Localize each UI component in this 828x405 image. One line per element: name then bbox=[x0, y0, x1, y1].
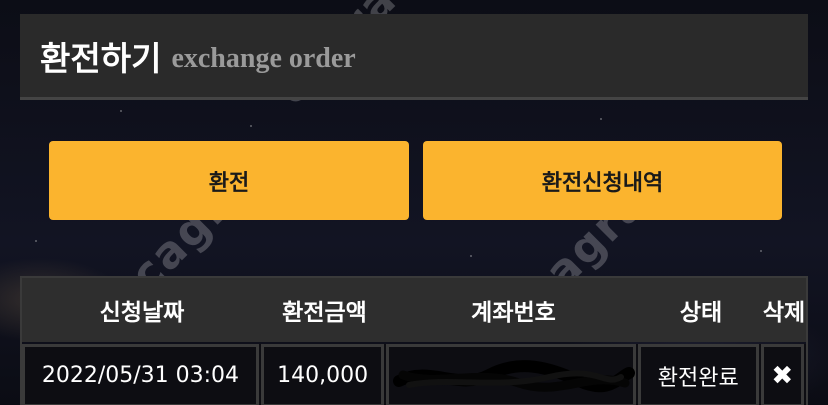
cell-status: 환전완료 bbox=[638, 344, 759, 405]
page-title: 환전하기 bbox=[40, 38, 162, 78]
column-header-status: 상태 bbox=[679, 300, 723, 326]
column-header-account: 계좌번호 bbox=[471, 300, 556, 326]
cell-account bbox=[386, 344, 637, 405]
cell-date: 2022/05/31 03:04 bbox=[22, 344, 259, 405]
exchange-history-button[interactable]: 환전신청내역 bbox=[423, 141, 782, 220]
exchange-table: 신청날짜 환전금액 계좌번호 상태 삭제 2022/05/31 03:04 14… bbox=[20, 276, 808, 405]
redacted-account-scribble bbox=[389, 347, 636, 404]
column-header-delete: 삭제 bbox=[762, 300, 806, 326]
page-subtitle: exchange order bbox=[171, 42, 356, 74]
exchange-button[interactable]: 환전 bbox=[49, 141, 409, 220]
cell-amount: 140,000 bbox=[260, 344, 385, 405]
column-header-amount: 환전금액 bbox=[282, 300, 367, 326]
page-header: 환전하기 exchange order bbox=[20, 14, 808, 100]
table-row: 2022/05/31 03:04 140,000 환전완료 ✖ bbox=[22, 344, 806, 405]
delete-icon[interactable]: ✖ bbox=[760, 344, 804, 405]
table-header: 신청날짜 환전금액 계좌번호 상태 삭제 bbox=[22, 278, 806, 342]
column-header-date: 신청날짜 bbox=[99, 300, 185, 326]
